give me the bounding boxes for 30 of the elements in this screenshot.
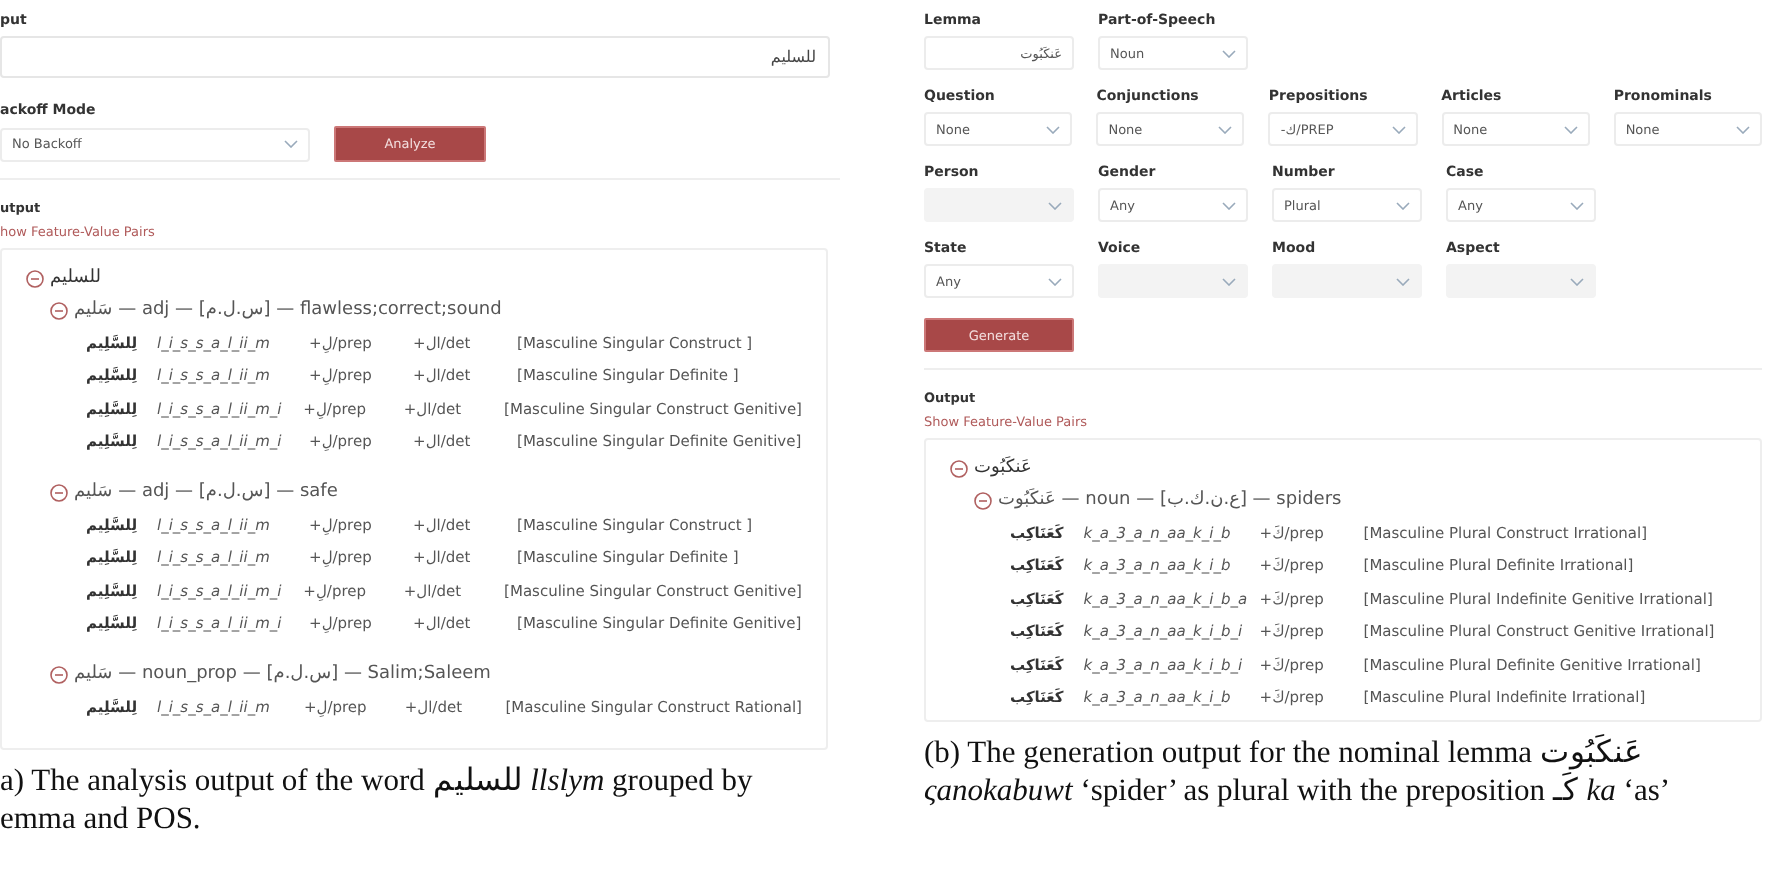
chevron-icon (1222, 277, 1236, 285)
collapse-icon[interactable] (50, 665, 68, 683)
chevron-icon (1222, 49, 1236, 57)
chevron-icon (1396, 277, 1410, 285)
collapse-icon[interactable] (974, 491, 992, 509)
collapse-icon[interactable] (50, 301, 68, 319)
figure-caption: emma and POS. (0, 800, 203, 838)
word-heading: للسليم (50, 268, 101, 288)
chevron-icon (1048, 277, 1062, 285)
chevron-icon (1563, 125, 1578, 133)
lemma-line: سَليم — adj — [س.ل.م] — safe (74, 482, 338, 502)
collapse-icon[interactable] (950, 459, 968, 477)
lemma-line: عَنكَبُوت — noun — [ع.ن.ك.ب] — spiders (998, 490, 1342, 510)
chevron-icon (1570, 201, 1584, 209)
chevron-icon (1396, 201, 1410, 209)
chevron-icon (1046, 125, 1061, 133)
figure-caption: (b) The generation output for the nominal lemma عَنكَبُوت (924, 734, 1646, 772)
chevron-icon (1570, 277, 1584, 285)
collapse-icon[interactable] (50, 483, 68, 501)
chevron-icon (284, 140, 298, 148)
chevron-icon (1048, 201, 1062, 209)
input-field[interactable]: للسليم (0, 36, 830, 78)
lemma-line: سَليم — noun_prop — [س.ل.م] — Salim;Saleem (74, 664, 491, 684)
word-heading: عَنكَبُوت (974, 458, 1032, 478)
chevron-icon (1218, 125, 1233, 133)
lemma-line: سَليم — adj — [س.ل.م] — flawless;correct;sound (74, 300, 502, 320)
chevron-icon (1222, 201, 1236, 209)
chevron-icon (1736, 125, 1751, 133)
collapse-icon[interactable] (26, 269, 44, 287)
chevron-icon (1391, 125, 1406, 133)
